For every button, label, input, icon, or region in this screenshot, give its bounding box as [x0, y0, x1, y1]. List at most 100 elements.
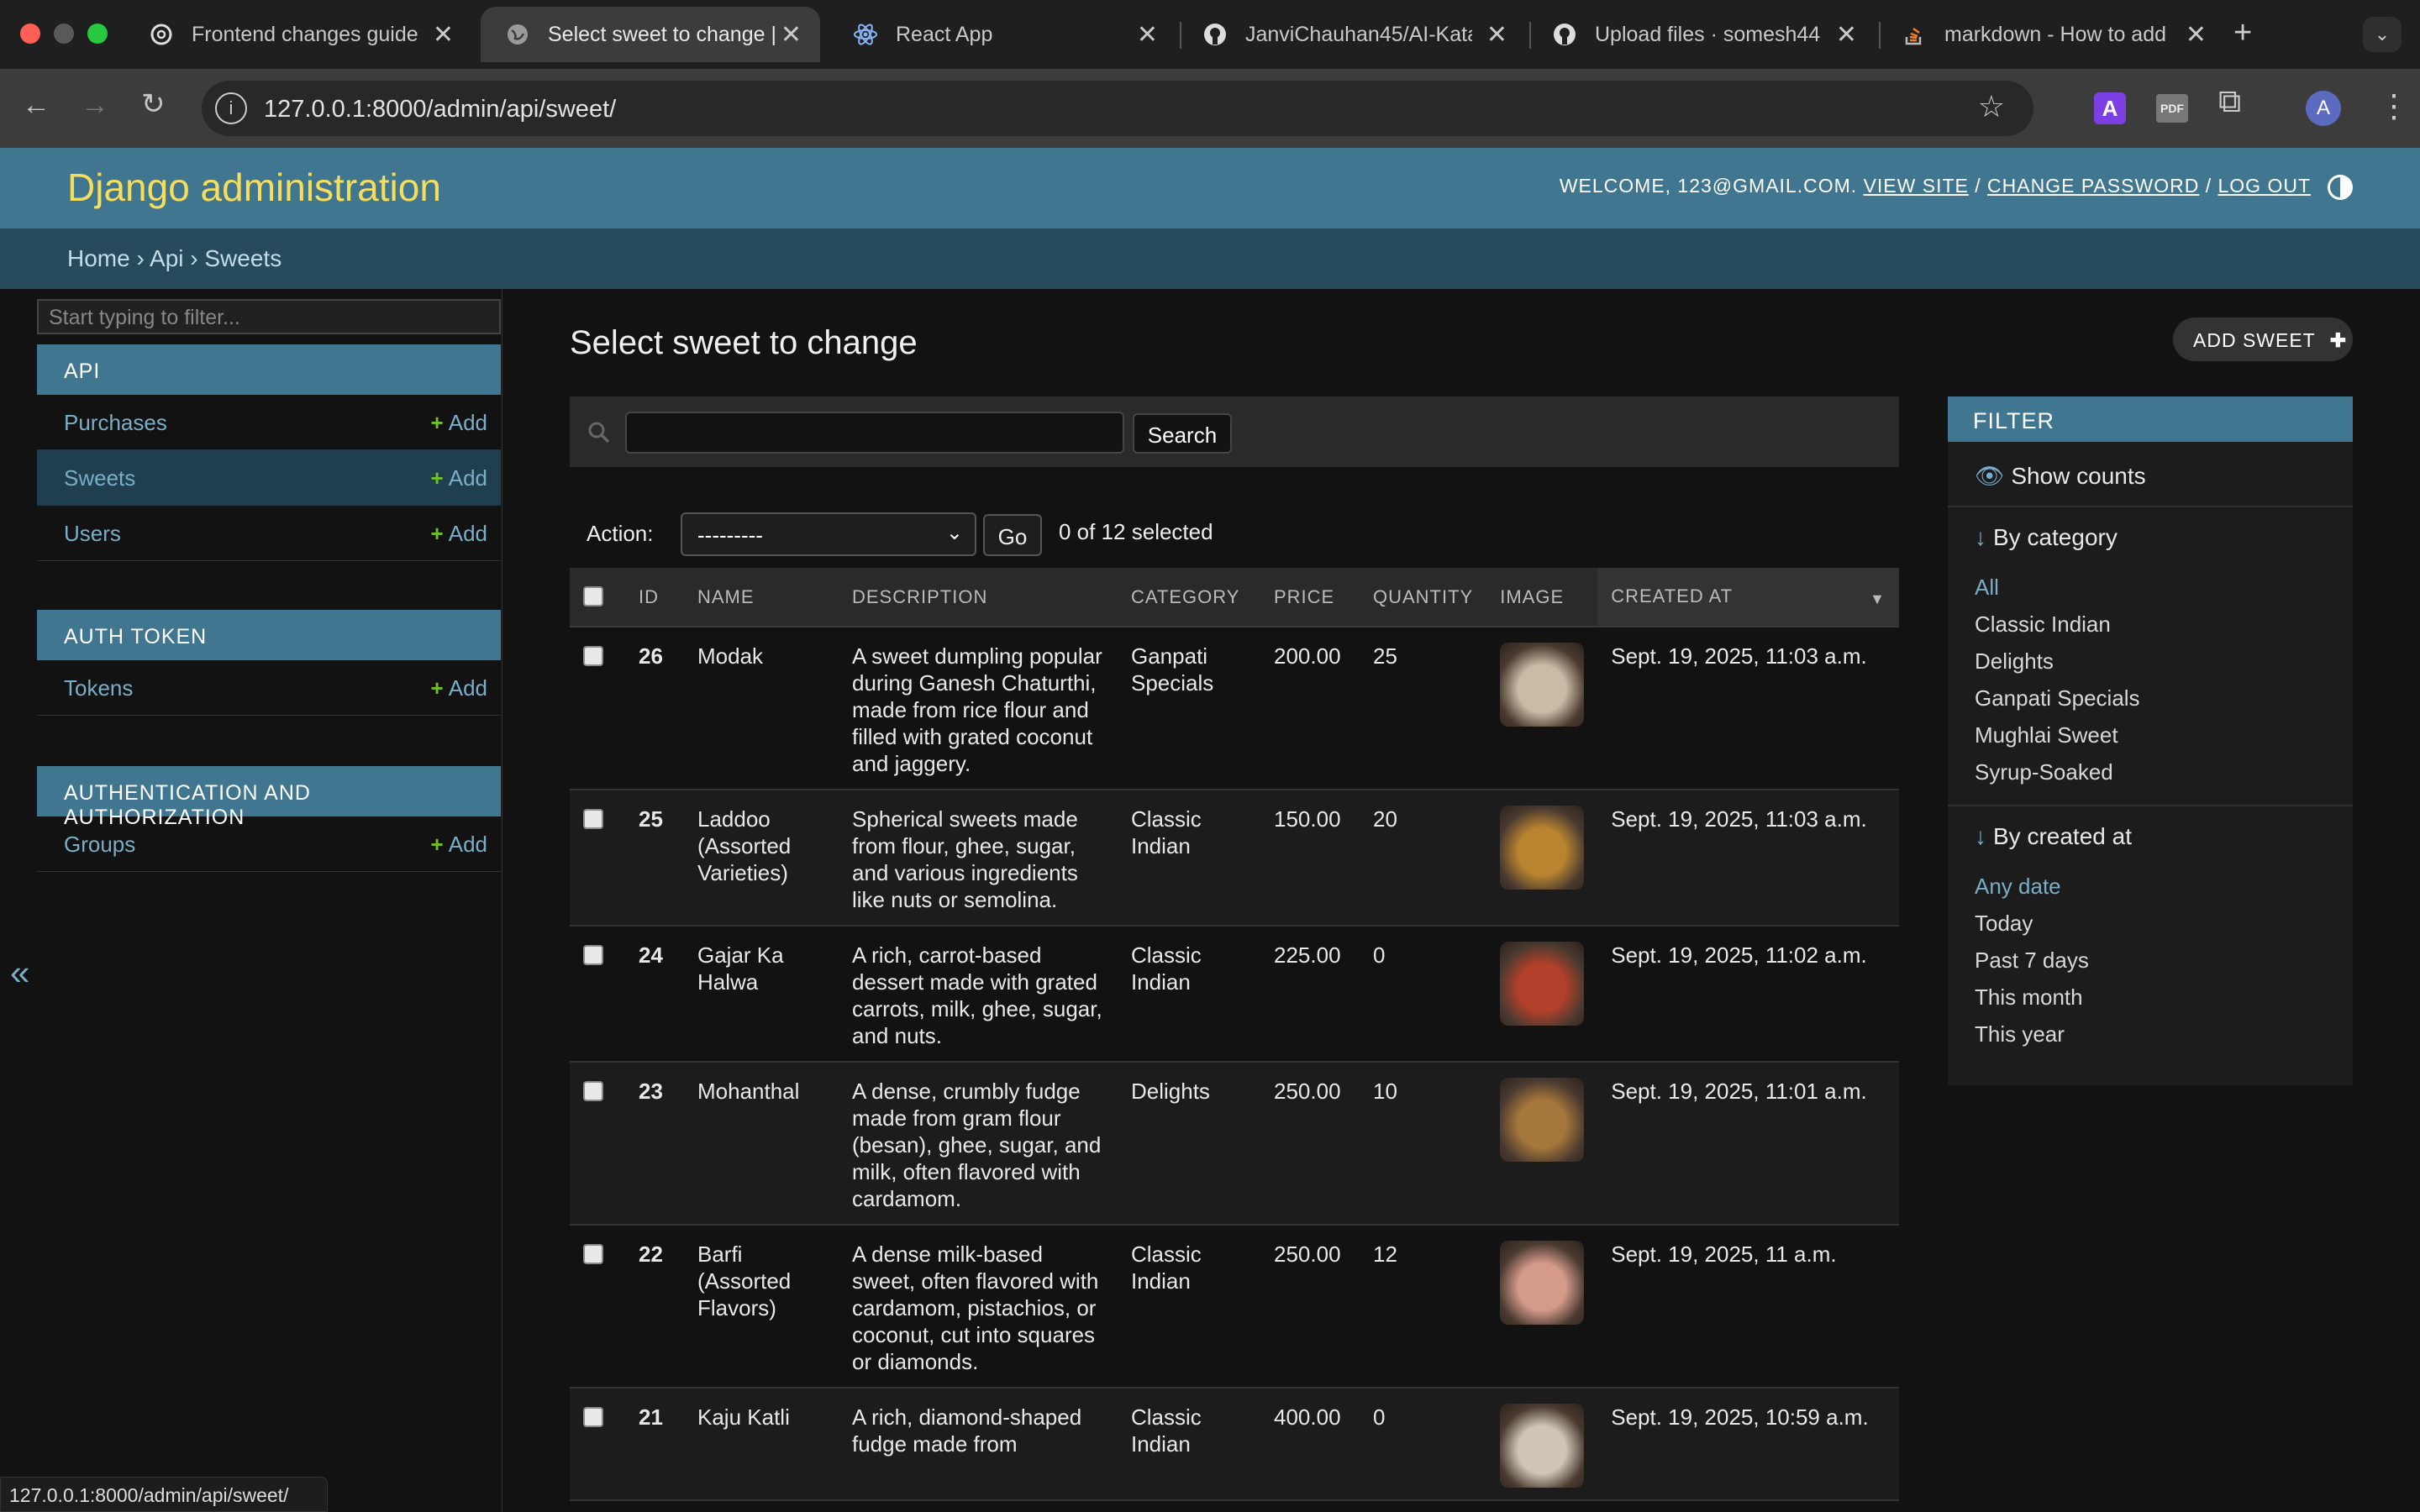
row-checkbox[interactable] — [583, 809, 603, 829]
pdf-extension-icon[interactable]: PDF — [2156, 94, 2188, 123]
row-created-at: Sept. 19, 2025, 11:02 a.m. — [1597, 926, 1899, 1063]
close-tab-icon[interactable]: ✕ — [781, 20, 802, 50]
row-id-link[interactable]: 24 — [625, 926, 684, 1063]
row-checkbox[interactable] — [583, 1244, 603, 1264]
show-counts-link[interactable]: 👁 Show counts — [1975, 462, 2146, 490]
back-icon[interactable]: ← — [22, 89, 50, 122]
row-id-link[interactable]: 25 — [625, 790, 684, 927]
row-checkbox[interactable] — [583, 945, 603, 965]
change-password-link[interactable]: CHANGE PASSWORD — [1987, 175, 2199, 197]
breadcrumb-text[interactable]: Home › Api › Sweets — [67, 245, 281, 272]
address-bar[interactable]: i 127.0.0.1:8000/admin/api/sweet/ ☆ — [202, 81, 2033, 136]
row-image-cell — [1486, 790, 1598, 927]
filter-category-syrup-soaked[interactable]: Syrup-Soaked — [1975, 759, 2113, 785]
tab-github-upload[interactable]: Upload files · somesh44 ✕ — [1528, 7, 1876, 62]
row-id-link[interactable]: 21 — [625, 1388, 684, 1501]
column-header-name[interactable]: NAME — [684, 568, 839, 627]
module-caption[interactable]: AUTHENTICATION AND AUTHORIZATION — [37, 766, 501, 829]
zoom-window-button[interactable] — [87, 24, 108, 44]
filter-category-delights[interactable]: Delights — [1975, 648, 2054, 675]
filter-heading-created-at[interactable]: ↓ By created at — [1975, 823, 2132, 850]
filter-date-this-year[interactable]: This year — [1975, 1021, 2065, 1047]
sort-desc-icon[interactable]: ▼ — [1870, 591, 1886, 608]
row-description: A dense milk-based sweet, often flavored… — [839, 1225, 1118, 1389]
filter-date-this-month[interactable]: This month — [1975, 984, 2083, 1011]
view-site-link[interactable]: VIEW SITE — [1864, 175, 1969, 197]
tab-search-icon[interactable]: ⌄ — [2363, 17, 2402, 52]
go-button[interactable]: Go — [983, 514, 1042, 556]
tab-react-app[interactable]: React App ✕ — [829, 7, 1176, 62]
profile-avatar[interactable]: A — [2306, 91, 2341, 126]
forward-icon[interactable]: → — [81, 89, 109, 122]
sidebar-item-link[interactable]: Users — [64, 521, 121, 547]
add-sweet-link[interactable]: + Add — [431, 465, 487, 491]
row-select-cell — [570, 1062, 625, 1226]
filter-category-classic-indian[interactable]: Classic Indian — [1975, 612, 2111, 638]
extension-a-icon[interactable]: A — [2094, 92, 2126, 124]
tab-title: Upload files · somesh44 — [1595, 22, 1821, 46]
table-row: 24 Gajar Ka Halwa A rich, carrot-based des… — [570, 926, 1899, 1063]
new-tab-icon[interactable]: + — [2233, 15, 2252, 51]
row-checkbox[interactable] — [583, 646, 603, 666]
row-price: 250.00 — [1260, 1225, 1360, 1389]
add-group-link[interactable]: + Add — [431, 832, 487, 858]
filter-category-all[interactable]: All — [1975, 575, 1999, 601]
row-id-link[interactable]: 22 — [625, 1225, 684, 1389]
column-header-quantity[interactable]: QUANTITY — [1360, 568, 1487, 627]
module-caption[interactable]: AUTH TOKEN — [37, 610, 501, 660]
module-caption[interactable]: API — [37, 344, 501, 395]
tab-stackoverflow[interactable]: markdown - How to add ✕ — [1877, 7, 2225, 62]
action-select[interactable]: --------- ⌄ — [681, 512, 976, 556]
close-window-button[interactable] — [20, 24, 40, 44]
filter-date-today[interactable]: Today — [1975, 911, 2033, 937]
collapse-sidebar-button[interactable]: « — [10, 953, 29, 993]
column-header-description[interactable]: DESCRIPTION — [839, 568, 1118, 627]
minimize-window-button[interactable] — [54, 24, 74, 44]
filter-category-mughlai-sweet[interactable]: Mughlai Sweet — [1975, 722, 2118, 748]
close-tab-icon[interactable]: ✕ — [2186, 20, 2207, 50]
menu-kebab-icon[interactable]: ⋮ — [2378, 87, 2410, 125]
column-header-created-at[interactable]: CREATED AT ▼ — [1597, 568, 1899, 627]
tab-django-admin[interactable]: Select sweet to change | Django site adm… — [481, 7, 820, 62]
sidebar-filter-input[interactable]: Start typing to filter... — [37, 299, 501, 334]
sidebar-item-link[interactable]: Purchases — [64, 410, 167, 436]
filter-date-any[interactable]: Any date — [1975, 874, 2061, 900]
bookmark-star-icon[interactable]: ☆ — [1978, 89, 2005, 124]
filter-heading-category[interactable]: ↓ By category — [1975, 524, 2118, 551]
theme-toggle-icon[interactable] — [2328, 175, 2353, 200]
close-tab-icon[interactable]: ✕ — [433, 20, 454, 50]
row-id-link[interactable]: 23 — [625, 1062, 684, 1226]
filter-category-ganpati-specials[interactable]: Ganpati Specials — [1975, 685, 2140, 711]
column-header-image[interactable]: IMAGE — [1486, 568, 1598, 627]
select-all-checkbox[interactable] — [583, 585, 603, 606]
add-user-link[interactable]: + Add — [431, 521, 487, 547]
row-category: Ganpati Specials — [1118, 627, 1260, 790]
close-tab-icon[interactable]: ✕ — [1486, 20, 1507, 50]
column-header-category[interactable]: CATEGORY — [1118, 568, 1260, 627]
site-brand[interactable]: Django administration — [67, 165, 441, 210]
tab-github-ai-kata[interactable]: JanviChauhan45/AI-Kata ✕ — [1178, 7, 1526, 62]
column-header-id[interactable]: ID — [625, 568, 684, 627]
row-category: Classic Indian — [1118, 790, 1260, 927]
sidebar-item-link[interactable]: Groups — [64, 832, 135, 858]
reload-icon[interactable]: ↻ — [141, 87, 166, 121]
log-out-link[interactable]: LOG OUT — [2217, 175, 2311, 197]
extensions-puzzle-icon[interactable]: ⧉ — [2218, 84, 2241, 120]
add-token-link[interactable]: + Add — [431, 675, 487, 701]
sidebar-item-link[interactable]: Tokens — [64, 675, 133, 701]
close-tab-icon[interactable]: ✕ — [1137, 20, 1158, 50]
add-sweet-button[interactable]: ADD SWEET ✚ — [2173, 318, 2353, 361]
column-header-price[interactable]: PRICE — [1260, 568, 1360, 627]
row-checkbox[interactable] — [583, 1081, 603, 1101]
search-button[interactable]: Search — [1133, 413, 1232, 454]
row-image-cell — [1486, 1225, 1598, 1389]
site-info-icon[interactable]: i — [215, 92, 247, 124]
tab-frontend-guide[interactable]: Frontend changes guide ✕ — [124, 7, 472, 62]
search-input[interactable] — [625, 412, 1124, 454]
row-id-link[interactable]: 26 — [625, 627, 684, 790]
sidebar-item-link[interactable]: Sweets — [64, 465, 135, 491]
add-purchase-link[interactable]: + Add — [431, 410, 487, 436]
filter-date-past-7-days[interactable]: Past 7 days — [1975, 948, 2089, 974]
row-checkbox[interactable] — [583, 1407, 603, 1427]
close-tab-icon[interactable]: ✕ — [1836, 20, 1857, 50]
